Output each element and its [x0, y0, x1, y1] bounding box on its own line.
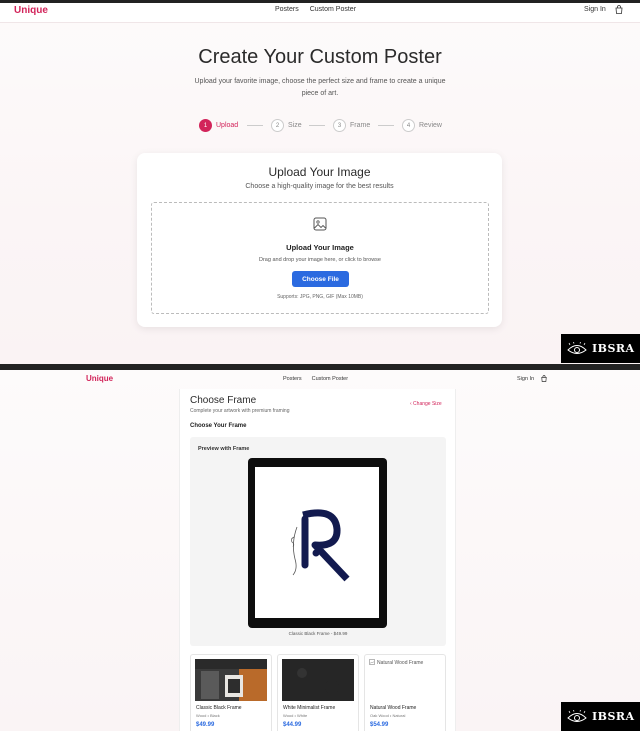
step-connector	[309, 125, 325, 126]
panel-subtitle: Complete your artwork with premium frami…	[190, 408, 290, 414]
step-number: 2	[271, 119, 284, 132]
brand-logo[interactable]: Unique	[14, 5, 48, 16]
shopping-bag-icon[interactable]	[541, 375, 547, 384]
frame-screen: Unique Posters Custom Poster Sign In Cho…	[0, 370, 640, 731]
step-label: Review	[419, 122, 442, 129]
step-label: Size	[288, 122, 302, 129]
page-title: Create Your Custom Poster	[198, 46, 442, 68]
step-label: Frame	[350, 122, 371, 129]
framed-poster	[248, 458, 387, 628]
poster-artwork	[290, 509, 350, 582]
top-navbar: Unique Posters Custom Poster Sign In	[0, 370, 640, 388]
nav-links: Posters Custom Poster	[283, 376, 348, 382]
frame-panel: Choose Frame Complete your artwork with …	[179, 389, 456, 731]
badge-text: IBSRA	[592, 342, 635, 355]
step-number: 1	[199, 119, 212, 132]
section-heading: Choose Your Frame	[190, 423, 247, 429]
broken-image-icon	[369, 659, 375, 667]
frame-preview: Preview with Frame Classic Black Frame -…	[190, 437, 446, 646]
ibsra-watermark-badge: IBSRA	[561, 702, 640, 731]
shopping-bag-icon[interactable]	[615, 5, 623, 16]
frame-name: Classic Black Frame	[196, 705, 242, 711]
frame-material: Oak Wood • Natural	[370, 713, 406, 718]
image-icon	[313, 217, 327, 231]
eye-logo-icon	[567, 341, 587, 354]
step-label: Upload	[216, 122, 239, 129]
frame-name: Natural Wood Frame	[370, 705, 417, 711]
upload-card-title: Upload Your Image	[268, 165, 371, 179]
upload-card-subtitle: Choose a high-quality image for the best…	[245, 183, 394, 190]
top-navbar: Unique Posters Custom Poster Sign In	[0, 3, 640, 23]
step-connector	[378, 125, 394, 126]
broken-image: Natural Wood Frame	[369, 659, 423, 667]
poster-image	[255, 467, 379, 618]
panel-title: Choose Frame	[190, 395, 257, 406]
nav-link-posters[interactable]: Posters	[283, 376, 302, 382]
nav-link-custom-poster[interactable]: Custom Poster	[312, 376, 348, 382]
frame-name: White Minimalist Frame	[283, 705, 336, 711]
step-number: 4	[402, 119, 415, 132]
ibsra-watermark-badge: IBSRA	[561, 334, 640, 363]
step-frame[interactable]: 3 Frame	[333, 119, 370, 132]
step-size[interactable]: 2 Size	[271, 119, 302, 132]
step-number: 3	[333, 119, 346, 132]
drop-zone-title: Upload Your Image	[286, 243, 354, 252]
frame-option-white-minimalist[interactable]: White Minimalist Frame Wood • White $44.…	[277, 654, 359, 731]
page-subtitle: Upload your favorite image, choose the p…	[194, 78, 446, 97]
drop-zone[interactable]: Upload Your Image Drag and drop your ima…	[151, 202, 489, 314]
frame-option-classic-black[interactable]: Classic Black Frame Wood • Black $49.99	[190, 654, 272, 731]
frame-options: Classic Black Frame Wood • Black $49.99 …	[190, 654, 446, 731]
sign-in-link[interactable]: Sign In	[517, 376, 534, 382]
choose-file-button[interactable]: Choose File	[292, 271, 349, 287]
change-size-link[interactable]: ‹ Change Size	[410, 401, 442, 407]
supported-formats: Supports: JPG, PNG, GIF (Max 10MB)	[277, 294, 363, 300]
nav-link-custom-poster[interactable]: Custom Poster	[310, 6, 356, 13]
frame-option-natural-wood[interactable]: Natural Wood Frame Natural Wood Frame Oa…	[364, 654, 446, 731]
frame-price: $54.99	[370, 722, 389, 728]
image-alt-text: Natural Wood Frame	[377, 660, 424, 666]
nav-links: Posters Custom Poster	[275, 6, 356, 13]
nav-link-posters[interactable]: Posters	[275, 6, 299, 13]
frame-material: Wood • Black	[196, 713, 220, 718]
step-review[interactable]: 4 Review	[402, 119, 442, 132]
frame-thumbnail	[282, 659, 354, 701]
upload-card: Upload Your Image Choose a high-quality …	[137, 153, 502, 327]
frame-material: Wood • White	[283, 713, 308, 718]
badge-text: IBSRA	[592, 710, 635, 723]
upload-screen: Unique Posters Custom Poster Sign In Cre…	[0, 0, 640, 364]
drop-zone-hint: Drag and drop your image here, or click …	[259, 257, 381, 263]
preview-caption: Classic Black Frame - $49.99	[288, 631, 348, 636]
brand-logo[interactable]: Unique	[86, 374, 113, 383]
frame-thumbnail	[195, 659, 267, 701]
step-connector	[247, 125, 263, 126]
frame-price: $49.99	[196, 722, 215, 728]
step-upload[interactable]: 1 Upload	[199, 119, 238, 132]
frame-price: $44.99	[283, 722, 302, 728]
preview-label: Preview with Frame	[198, 446, 250, 452]
eye-logo-icon	[567, 709, 587, 722]
sign-in-link[interactable]: Sign In	[584, 6, 606, 13]
